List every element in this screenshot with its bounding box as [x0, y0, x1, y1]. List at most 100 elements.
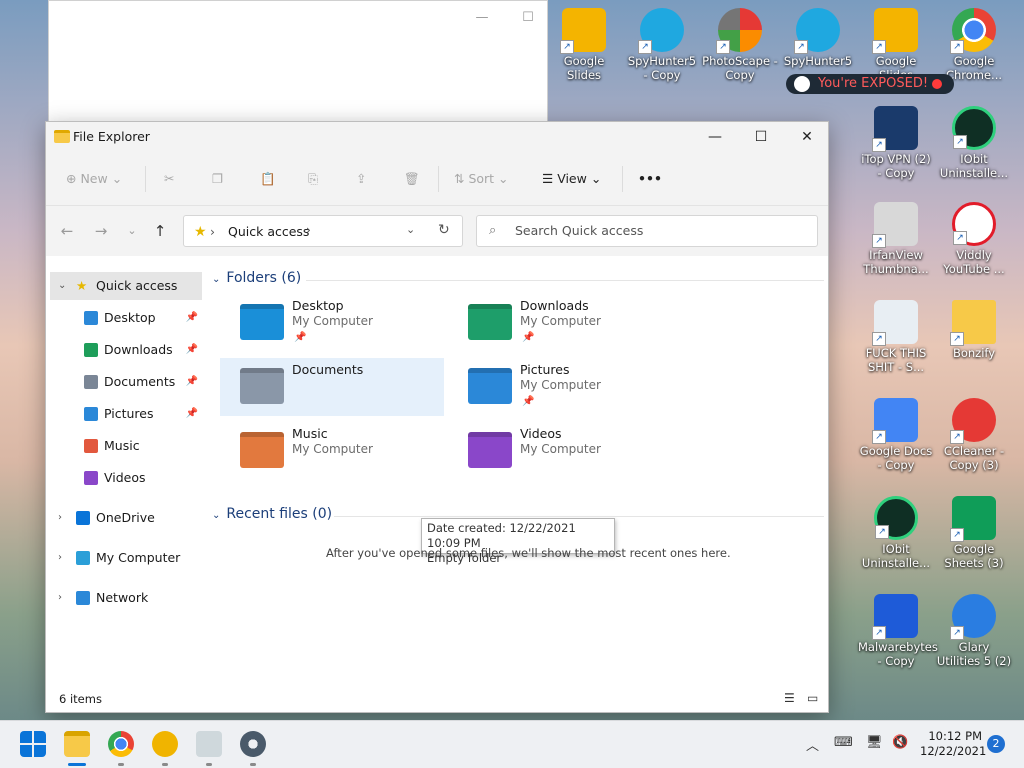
toolbar-divider [145, 166, 146, 192]
desktop-shortcut[interactable]: Viddly YouTube ... [936, 202, 1012, 276]
cut-icon[interactable]: ✂ [164, 168, 174, 190]
chevron-up-icon[interactable]: ︿ [806, 735, 819, 754]
more-options-button[interactable]: ••• [638, 168, 662, 190]
desktop-shortcut[interactable]: SpyHunter5 [780, 8, 856, 68]
chevron-right-icon[interactable]: › [58, 504, 62, 532]
desktop-shortcut-label: FUCK THIS SHIT - S... [865, 346, 927, 374]
start-button[interactable] [20, 731, 46, 757]
sidebar-item-desktop[interactable]: Desktop 📌 [50, 304, 202, 332]
tiles-view-icon[interactable]: ▭ [807, 691, 818, 705]
sidebar-item-documents[interactable]: Documents 📌 [50, 368, 202, 396]
active-indicator [68, 763, 86, 766]
desktop-shortcut[interactable]: Glary Utilities 5 (2) [936, 594, 1012, 668]
star-icon: ★ [76, 278, 88, 293]
desktop-shortcut[interactable]: Google Slides [858, 8, 934, 82]
view-label: View [557, 171, 587, 186]
desktop-shortcut[interactable]: FUCK THIS SHIT - S... [858, 300, 934, 374]
desktop-shortcut-label: IObit Uninstalle... [861, 542, 931, 570]
computer-icon [76, 551, 90, 565]
recent-locations-icon[interactable]: ⌄ [122, 221, 142, 241]
settings-taskbar-icon[interactable] [240, 731, 266, 757]
rename-icon[interactable]: ⎘ [308, 168, 318, 190]
folder-music[interactable]: Music My Computer [220, 422, 444, 480]
share-icon[interactable]: ⇪ [356, 168, 366, 190]
maximize-button[interactable]: ☐ [738, 122, 784, 152]
desktop-shortcut[interactable]: IObit Uninstalle... [936, 106, 1012, 180]
sidebar-item-downloads[interactable]: Downloads 📌 [50, 336, 202, 364]
chrome-canary-taskbar-icon[interactable] [152, 731, 178, 757]
view-button[interactable]: ☰ View ⌄ [542, 168, 601, 190]
sidebar-item-my-computer[interactable]: › My Computer [50, 544, 202, 572]
desktop-shortcut[interactable]: Bonzify [936, 300, 1012, 360]
folder-videos[interactable]: Videos My Computer [448, 422, 672, 480]
chevron-down-icon[interactable]: ⌄ [406, 223, 415, 236]
desktop-folder-icon [240, 304, 284, 340]
new-button[interactable]: ⊕ New ⌄ [66, 168, 122, 190]
desktop-shortcut[interactable]: Google Docs - Copy [858, 398, 934, 472]
sidebar-item-music[interactable]: Music [50, 432, 202, 460]
desktop-shortcut[interactable]: IObit Uninstalle... [858, 496, 934, 570]
desktop-shortcut[interactable]: Google Chrome... [936, 8, 1012, 82]
volume-muted-icon[interactable]: 🔇 [892, 735, 908, 750]
recent-section-header[interactable]: ⌄ Recent files (0) [212, 506, 332, 522]
folder-pictures[interactable]: Pictures My Computer 📌 [448, 358, 672, 416]
desktop-shortcut[interactable]: PhotoScape - Copy [702, 8, 778, 82]
back-arrow-icon[interactable]: ← [57, 221, 77, 241]
breadcrumb[interactable]: Quick access [228, 224, 309, 239]
search-box[interactable]: ⌕ [476, 215, 818, 247]
desktop-shortcut[interactable]: iTop VPN (2) - Copy [858, 106, 934, 180]
folder-documents[interactable]: Documents [220, 358, 444, 416]
refresh-icon[interactable]: ↻ [438, 222, 450, 238]
address-bar[interactable]: ★ › Quick access › ⌄ ↻ [183, 215, 463, 247]
chevron-right-icon[interactable]: › [58, 544, 62, 572]
network-tray-icon[interactable]: 🖥 [866, 735, 883, 750]
minimize-button[interactable]: — [692, 122, 738, 152]
folder-location: My Computer [292, 442, 373, 456]
delete-icon[interactable]: 🗑 [404, 168, 420, 190]
recycle-bin-taskbar-icon[interactable] [196, 731, 222, 757]
desktop-shortcut[interactable]: IrfanView Thumbna... [858, 202, 934, 276]
panda-icon [872, 202, 918, 248]
sidebar-item-onedrive[interactable]: › OneDrive [50, 504, 202, 532]
desktop-shortcut[interactable]: CCleaner - Copy (3) [936, 398, 1012, 472]
up-arrow-icon[interactable]: ↑ [150, 221, 170, 241]
chevron-down-icon[interactable]: ⌄ [58, 272, 66, 300]
close-button[interactable]: ✕ [784, 122, 830, 152]
documents-folder-icon [240, 368, 284, 404]
exposed-widget[interactable]: You're EXPOSED! [786, 74, 954, 94]
folder-downloads[interactable]: Downloads My Computer 📌 [448, 294, 672, 352]
keyboard-icon[interactable]: ⌨ [834, 735, 853, 750]
details-view-icon[interactable]: ☰ [784, 691, 795, 705]
search-input[interactable] [515, 223, 805, 238]
chrome-taskbar-icon[interactable] [108, 731, 134, 757]
copy-icon[interactable]: ❐ [212, 168, 223, 190]
forward-arrow-icon[interactable]: → [91, 221, 111, 241]
desktop-shortcut[interactable]: SpyHunter5 - Copy [624, 8, 700, 82]
minimize-icon[interactable]: — [459, 7, 505, 29]
title-bar[interactable]: File Explorer — ☐ ✕ [46, 122, 828, 152]
sidebar-item-videos[interactable]: Videos [50, 464, 202, 492]
clock[interactable]: 10:12 PM 12/22/2021 [920, 729, 986, 759]
sort-button[interactable]: ⇅ Sort ⌄ [454, 168, 509, 190]
paste-icon[interactable]: 📋 [260, 168, 276, 190]
status-bar: 6 items ☰ ▭ [46, 686, 828, 712]
desktop-shortcut[interactable]: Google Sheets (3) [936, 496, 1012, 570]
file-explorer-taskbar-icon[interactable] [64, 731, 90, 757]
recent-empty-message: After you've opened some files, we'll sh… [326, 546, 731, 560]
breadcrumb-chevron-icon[interactable]: › [306, 223, 311, 237]
folder-name: Desktop [292, 298, 344, 313]
sidebar-item-network[interactable]: › Network [50, 584, 202, 612]
sidebar-item-label: Network [96, 590, 149, 605]
notification-badge[interactable]: 2 [987, 735, 1005, 753]
desktop-shortcut[interactable]: Malwarebytes - Copy [858, 594, 938, 668]
photo-icon [716, 8, 762, 54]
sidebar-item-quick-access[interactable]: ⌄ ★ Quick access [50, 272, 202, 300]
folder-desktop[interactable]: Desktop My Computer 📌 [220, 294, 444, 352]
folders-section-header[interactable]: ⌄ Folders (6) [212, 270, 301, 286]
sidebar-item-pictures[interactable]: Pictures 📌 [50, 400, 202, 428]
sheets-icon [950, 496, 996, 542]
desktop-shortcut[interactable]: Google Slides [546, 8, 622, 82]
pictures-folder-icon [468, 368, 512, 404]
chevron-right-icon[interactable]: › [58, 584, 62, 612]
maximize-icon[interactable]: ☐ [505, 7, 551, 29]
